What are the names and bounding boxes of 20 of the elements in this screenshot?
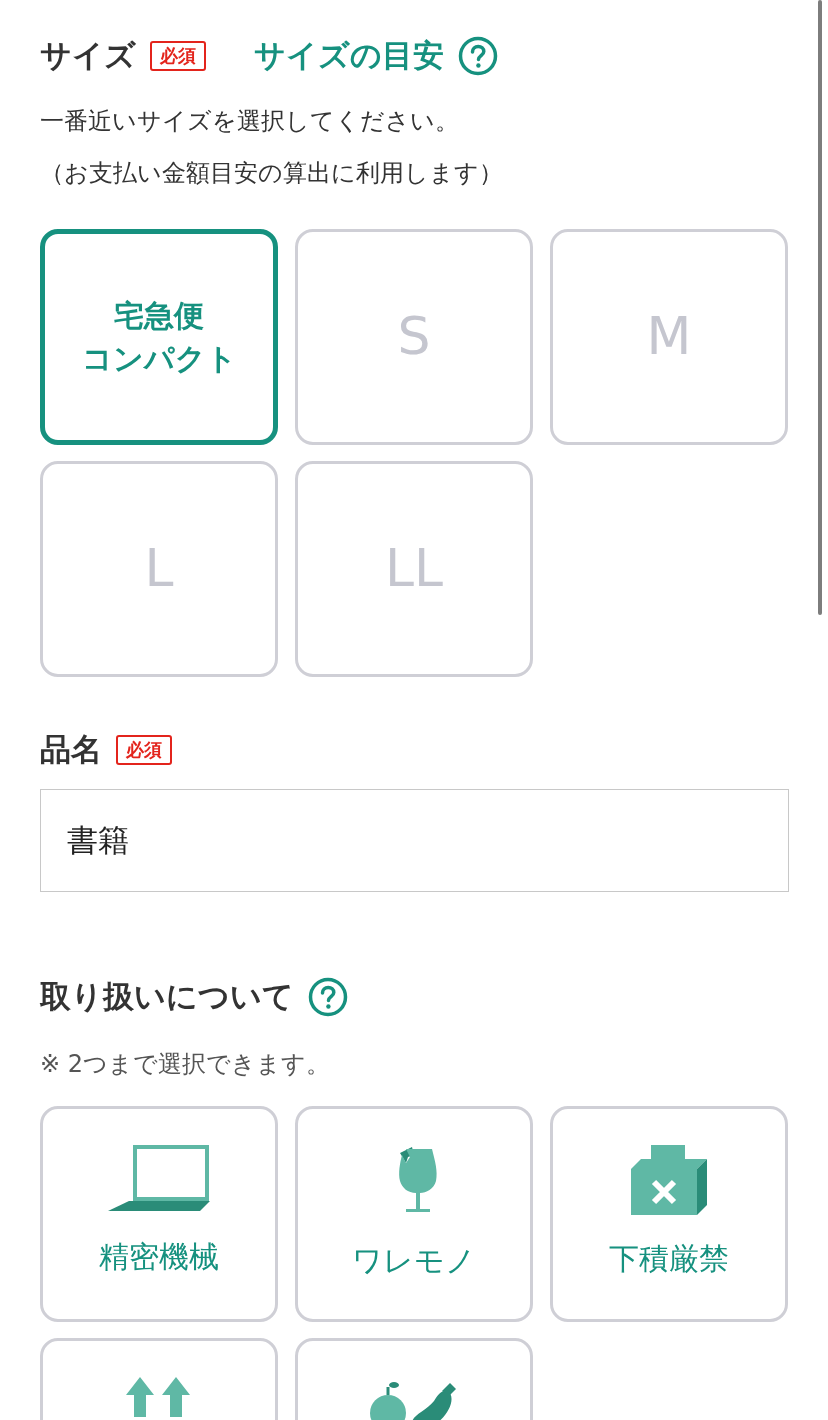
handling-option[interactable]: 精密機械 — [40, 1106, 278, 1322]
section-title: サイズ — [40, 36, 136, 75]
handling-option[interactable]: 下積厳禁 — [550, 1106, 788, 1322]
size-guide-link[interactable]: サイズの目安 — [254, 35, 444, 77]
section-title: 取り扱いについて — [40, 977, 294, 1016]
help-icon[interactable] — [308, 977, 348, 1017]
scrollbar[interactable] — [818, 0, 822, 615]
help-icon[interactable] — [458, 36, 498, 76]
laptop-icon — [108, 1145, 210, 1213]
up-arrows-icon — [126, 1377, 192, 1417]
required-badge: 必須 — [116, 735, 172, 765]
handling-option[interactable]: ワレモノ — [295, 1106, 533, 1322]
section-title: 品名 — [40, 730, 102, 769]
size-option[interactable]: 宅急便 コンパクト — [40, 229, 278, 445]
box-x-icon — [631, 1145, 707, 1215]
note-text: ※ 2つまで選択できます。 — [40, 1049, 331, 1080]
product-name-field[interactable]: 書籍 — [40, 789, 789, 892]
description-text: 一番近いサイズを選択してください。 — [40, 106, 460, 137]
required-badge: 必須 — [150, 41, 206, 71]
description-text: （お支払い金額目安の算出に利用します） — [40, 158, 504, 189]
